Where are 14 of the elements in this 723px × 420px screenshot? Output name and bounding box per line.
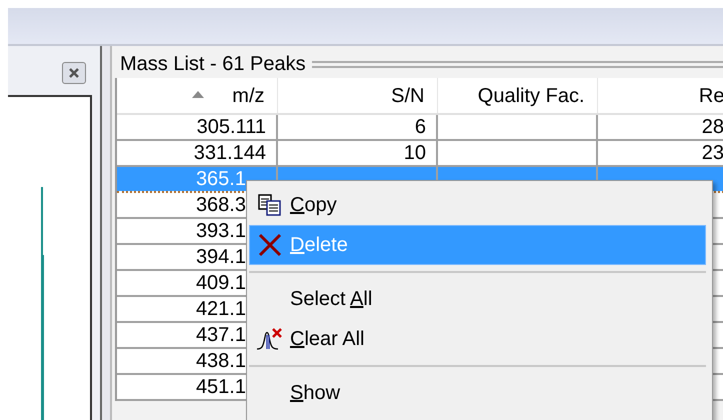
column-header[interactable]: Quality Fac. [437, 78, 597, 114]
panel-grip[interactable] [312, 60, 723, 68]
copy-icon [257, 193, 283, 217]
delete-icon [257, 233, 283, 257]
close-button[interactable] [62, 62, 86, 84]
column-header[interactable]: m/z [117, 78, 277, 114]
clear-peaks-icon [256, 327, 284, 351]
column-header[interactable]: S/N [277, 78, 437, 114]
close-icon [67, 67, 81, 79]
splitter[interactable] [100, 46, 112, 420]
table-cell: 28 [597, 114, 723, 140]
panel-title: Mass List - 61 Peaks [120, 52, 306, 77]
table-cell: 305.111 [117, 114, 277, 140]
table-cell: 6 [277, 114, 437, 140]
